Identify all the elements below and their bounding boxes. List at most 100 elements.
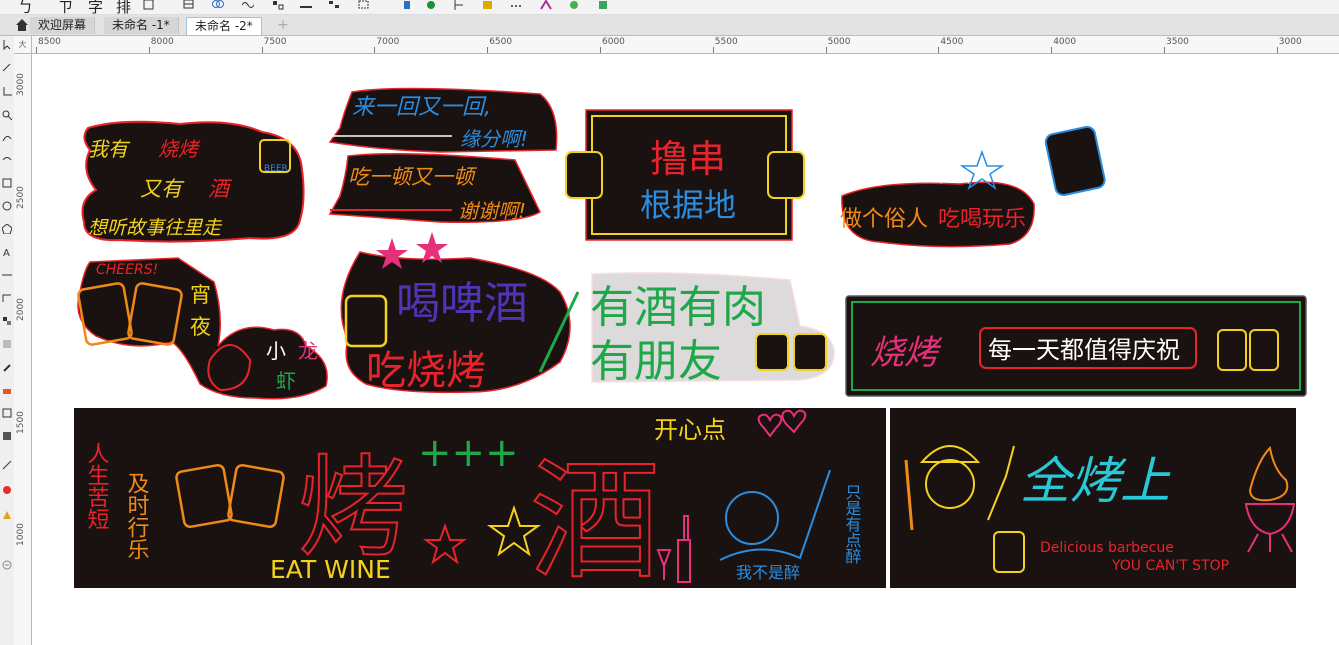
neon-artwork[interactable]: 我有 烧烤 又有 酒 想听故事往里走 BEER 来一回又一回, 缘分啊! 吃一顿… <box>32 54 1339 645</box>
home-icon[interactable] <box>15 18 29 32</box>
s10-top: 开心点 <box>654 416 726 444</box>
shape-tool-icon[interactable] <box>2 63 12 73</box>
s2-line3: 吃一顿又一顿 <box>348 165 478 189</box>
add-tool-icon[interactable] <box>2 560 12 570</box>
add-tab-button[interactable]: + <box>274 17 292 33</box>
s1-line3: 想听故事往里走 <box>88 217 223 239</box>
vertical-ruler[interactable]: 3000 2500 2000 1500 1000 <box>14 54 32 645</box>
sign-skewer-base[interactable]: 撸串 根据地 <box>565 109 805 241</box>
transparency-tool-icon[interactable] <box>2 339 12 349</box>
plugin-icon[interactable] <box>597 0 609 10</box>
ruler-tick <box>825 47 827 53</box>
ruler-h-label: 4500 <box>940 37 964 47</box>
s11-en2: YOU CAN'T STOP <box>1111 558 1229 574</box>
s11-en1: Delicious barbecue <box>1040 540 1174 556</box>
s4-line1a: 做个俗人 <box>840 207 928 232</box>
connector-tool-icon[interactable] <box>2 293 12 303</box>
blend-tool-icon[interactable] <box>2 316 12 326</box>
eyedropper-tool-icon[interactable] <box>2 362 12 372</box>
ruler-tick <box>712 47 714 53</box>
ruler-h-label: 6500 <box>489 37 513 47</box>
sign-beer-bbq[interactable]: 喝啤酒 吃烧烤 <box>340 232 580 394</box>
page-icon[interactable] <box>143 0 155 10</box>
ruler-corner[interactable]: 大 <box>14 36 32 54</box>
smart-fill-tool-icon[interactable] <box>2 460 12 470</box>
shape-icon[interactable] <box>425 0 437 10</box>
dots-icon[interactable] <box>510 0 522 10</box>
rectangle-tool-icon[interactable] <box>2 178 12 188</box>
ruler-tick <box>148 47 150 53</box>
document-tabs: 欢迎屏幕 未命名 -1* 未命名 -2* + <box>0 15 1339 36</box>
freehand-tool-icon[interactable] <box>2 133 12 143</box>
s5-cheers: CHEERS! <box>96 262 158 278</box>
align-icon[interactable] <box>328 0 340 10</box>
sign-ordinary-life[interactable]: 做个俗人 吃喝玩乐 <box>840 125 1106 248</box>
effect-icon[interactable] <box>540 0 552 10</box>
ruler-h-label: 7000 <box>376 37 400 47</box>
s10-big: 酒 <box>530 445 660 597</box>
grid-fill-tool-icon[interactable] <box>2 431 12 441</box>
tab-welcome[interactable]: 欢迎屏幕 <box>30 17 96 34</box>
s2-line2: 缘分啊! <box>460 127 528 151</box>
main-toolbar: ㄅ ㄗ 字 排 <box>0 0 1339 16</box>
s5-dragon: 龙 <box>298 339 318 363</box>
line-icon[interactable] <box>300 0 312 10</box>
ruler-v-label: 2000 <box>16 298 26 321</box>
curve-tool-icon[interactable] <box>2 155 12 165</box>
polygon-tool-icon[interactable] <box>2 224 12 234</box>
sign-happy-wine[interactable]: +++ 开心点 酒 只是有点醉 我不是醉 <box>414 408 886 598</box>
ruler-tick <box>1164 47 1165 53</box>
s10-vertical: 只是有点醉 <box>843 484 862 564</box>
zoom-tool-icon[interactable] <box>2 110 12 120</box>
left-toolbox: A <box>0 15 15 645</box>
fill-icon[interactable] <box>402 0 414 10</box>
select-icon[interactable] <box>358 0 370 10</box>
horizontal-ruler[interactable]: 8500 8000 7500 7000 6500 6000 5500 5000 4500 4000… <box>32 36 1339 54</box>
sign-celebrate-every-day[interactable]: 烧烤 每一天都值得庆祝 <box>845 295 1307 397</box>
s10-bubble: 我不是醉 <box>736 563 800 582</box>
mesh-fill-icon[interactable] <box>2 510 12 520</box>
ruler-tick <box>938 47 940 53</box>
ellipse-tool-icon[interactable] <box>2 201 12 211</box>
sign-eat-wine[interactable]: 人生苦短 及时行乐 烤 EAT WINE <box>74 408 414 588</box>
connector-icon[interactable] <box>272 0 284 10</box>
svg-text:A: A <box>3 248 10 257</box>
s1-badge: BEER <box>264 164 288 174</box>
blend-icon[interactable] <box>212 0 224 10</box>
ruler-h-label: 4000 <box>1053 37 1077 47</box>
s1-line1b: 烧烤 <box>158 137 201 161</box>
s11-title: 全烤上 <box>1020 452 1171 510</box>
ruler-v-label: 2500 <box>16 185 26 209</box>
ruler-tick <box>1051 47 1053 53</box>
sign-bbq-story[interactable]: 我有 烧烤 又有 酒 想听故事往里走 BEER <box>81 120 305 243</box>
star-icon <box>932 142 978 184</box>
s3-line2: 根据地 <box>640 186 736 224</box>
ruler-v-label: 1500 <box>16 410 26 434</box>
text-tool-icon[interactable]: A <box>2 247 12 257</box>
outline-tool-icon[interactable] <box>2 408 12 418</box>
s9-col1-0: 人生苦短 <box>84 442 110 530</box>
tab-untitled-1[interactable]: 未命名 -1* <box>104 17 179 34</box>
pick-tool-icon[interactable] <box>2 40 12 50</box>
crop-tool-icon[interactable] <box>2 87 12 97</box>
s7-line2: 有朋友 <box>590 336 722 387</box>
color-icon[interactable] <box>568 0 580 10</box>
beer-mug-icon <box>565 151 603 199</box>
sign-wine-meat-friends[interactable]: 有酒有肉 有朋友 <box>590 272 835 387</box>
grid-icon[interactable] <box>482 0 494 10</box>
fill-tool-icon[interactable] <box>2 385 12 395</box>
sign-come-again[interactable]: 来一回又一回, 缘分啊! 吃一顿又一顿 谢谢啊! <box>328 87 558 224</box>
dimension-tool-icon[interactable] <box>2 270 12 280</box>
interactive-fill-icon[interactable] <box>2 485 12 495</box>
sign-cheers-crayfish[interactable]: CHEERS! 宵 夜 小 龙 虾 <box>77 257 328 400</box>
s9-col2-0: 及时行乐 <box>124 472 150 560</box>
beer-mug-icon <box>344 294 388 348</box>
dimension-icon[interactable] <box>453 0 465 10</box>
sign-all-grilled[interactable]: 全烤上 Delicious barbecue YOU CAN'T STOP <box>890 408 1296 588</box>
table-icon[interactable] <box>183 0 195 10</box>
ruler-h-label: 5500 <box>714 37 738 47</box>
drawing-canvas[interactable]: 我有 烧烤 又有 酒 想听故事往里走 BEER 来一回又一回, 缘分啊! 吃一顿… <box>32 54 1339 645</box>
tab-untitled-2[interactable]: 未命名 -2* <box>186 17 262 35</box>
wave-icon[interactable] <box>242 0 254 10</box>
ruler-tick <box>487 47 489 53</box>
